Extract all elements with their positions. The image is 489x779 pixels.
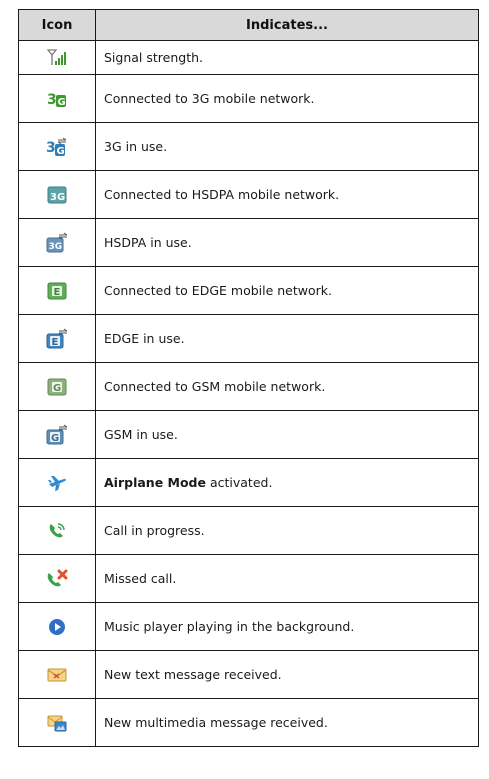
header-icon: Icon bbox=[18, 9, 96, 41]
table-row: New text message received. bbox=[18, 650, 479, 699]
table-row: Missed call. bbox=[18, 554, 479, 603]
hsdpa-connected-icon: 3G bbox=[47, 186, 67, 203]
table-row: Call in progress. bbox=[18, 506, 479, 555]
table-row: E Connected to EDGE mobile network. bbox=[18, 266, 479, 315]
row-text: GSM in use. bbox=[95, 410, 479, 459]
row-text: Connected to GSM mobile network. bbox=[95, 362, 479, 411]
row-text: HSDPA in use. bbox=[95, 218, 479, 267]
table-row: Airplane Mode activated. bbox=[18, 458, 479, 507]
svg-text:E: E bbox=[52, 337, 59, 348]
text-message-icon bbox=[47, 668, 67, 682]
row-text: Connected to HSDPA mobile network. bbox=[95, 170, 479, 219]
page: Icon Indicates... Signal strength. 3 G C… bbox=[0, 0, 489, 779]
row-text: Connected to EDGE mobile network. bbox=[95, 266, 479, 315]
svg-text:3: 3 bbox=[46, 140, 56, 156]
hsdpa-in-use-icon: 3G bbox=[46, 232, 68, 252]
gsm-connected-icon: G bbox=[47, 378, 67, 395]
row-text: 3G in use. bbox=[95, 122, 479, 171]
table-row: 3 G 3G in use. bbox=[18, 122, 479, 171]
gsm-in-use-icon: G bbox=[46, 424, 68, 444]
row-text: New text message received. bbox=[95, 650, 479, 699]
row-text: EDGE in use. bbox=[95, 314, 479, 363]
svg-text:E: E bbox=[54, 287, 61, 298]
svg-text:3G: 3G bbox=[50, 192, 65, 203]
svg-text:3: 3 bbox=[47, 92, 57, 108]
svg-text:G: G bbox=[51, 433, 59, 444]
table-row: 3G Connected to HSDPA mobile network. bbox=[18, 170, 479, 219]
row-text: Music player playing in the background. bbox=[95, 602, 479, 651]
table-row: 3G HSDPA in use. bbox=[18, 218, 479, 267]
row-text: Call in progress. bbox=[95, 506, 479, 555]
status-icons-table: Icon Indicates... Signal strength. 3 G C… bbox=[18, 9, 479, 747]
airplane-icon bbox=[48, 475, 66, 491]
svg-text:G: G bbox=[57, 146, 65, 157]
svg-text:G: G bbox=[53, 383, 61, 394]
table-row: G Connected to GSM mobile network. bbox=[18, 362, 479, 411]
call-in-progress-icon bbox=[49, 522, 65, 537]
svg-text:3G: 3G bbox=[49, 242, 63, 252]
row-text: Airplane Mode activated. bbox=[95, 458, 479, 507]
edge-in-use-icon: E bbox=[46, 328, 68, 348]
edge-connected-icon: E bbox=[47, 282, 67, 299]
3g-in-use-icon: 3 G bbox=[46, 137, 67, 157]
table-row: New multimedia message received. bbox=[18, 698, 479, 747]
row-text: Connected to 3G mobile network. bbox=[95, 74, 479, 123]
multimedia-message-icon bbox=[47, 715, 67, 731]
table-row: Music player playing in the background. bbox=[18, 602, 479, 651]
3g-connected-icon: 3 G bbox=[47, 92, 66, 108]
header-indicates: Indicates... bbox=[95, 9, 479, 41]
table-header-row: Icon Indicates... bbox=[18, 9, 479, 41]
missed-call-icon bbox=[47, 569, 68, 586]
airplane-mode-rest: activated. bbox=[205, 475, 273, 490]
svg-text:G: G bbox=[58, 97, 66, 108]
table-row: E EDGE in use. bbox=[18, 314, 479, 363]
table-row: G GSM in use. bbox=[18, 410, 479, 459]
table-row: 3 G Connected to 3G mobile network. bbox=[18, 74, 479, 123]
airplane-mode-label: Airplane Mode bbox=[104, 475, 206, 490]
signal-strength-icon bbox=[47, 48, 66, 65]
music-play-icon bbox=[49, 618, 65, 635]
row-text: Missed call. bbox=[95, 554, 479, 603]
table-row: Signal strength. bbox=[18, 40, 479, 75]
row-text: Signal strength. bbox=[95, 40, 479, 75]
row-text: New multimedia message received. bbox=[95, 698, 479, 747]
